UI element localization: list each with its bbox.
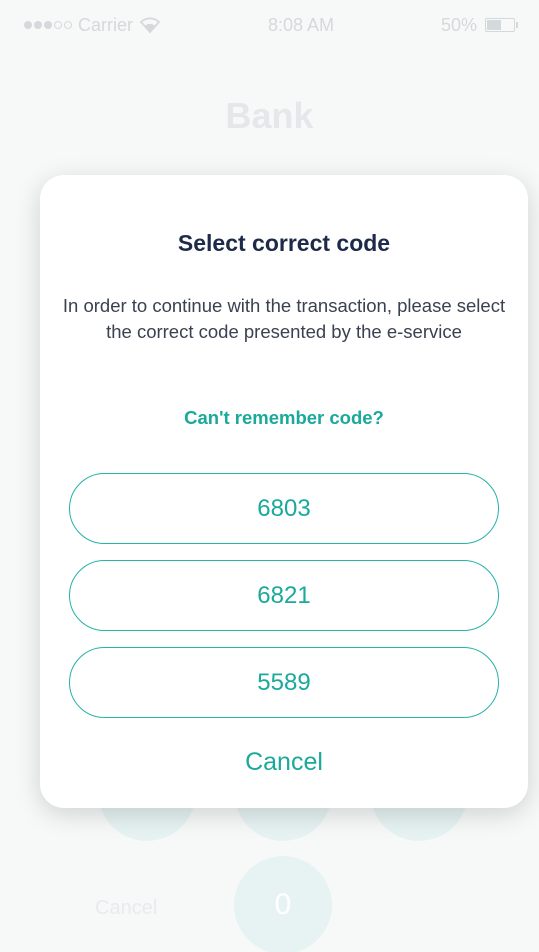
select-code-dialog: Select correct code In order to continue…	[40, 175, 528, 808]
cant-remember-code-link[interactable]: Can't remember code?	[40, 407, 528, 429]
keypad-cancel-button[interactable]: Cancel	[95, 897, 157, 920]
status-right: 50%	[440, 14, 518, 36]
dialog-title: Select correct code	[177, 230, 391, 256]
cancel-button[interactable]: Cancel	[40, 748, 528, 777]
battery-icon	[485, 18, 518, 32]
keypad-key-zero[interactable]: 0	[234, 856, 332, 952]
status-left: Carrier	[24, 15, 161, 36]
code-option-button[interactable]: 6803	[69, 473, 499, 544]
bank-title: Bank	[225, 95, 314, 136]
status-time: 8:08 AM	[267, 14, 335, 35]
battery-percent: 50%	[440, 14, 477, 35]
code-option-button[interactable]: 6821	[69, 560, 499, 631]
dialog-message: In order to continue with the transactio…	[62, 295, 506, 342]
screen: Carrier 8:08 AM 50% Bank 0 Cancel Select…	[0, 0, 539, 952]
carrier-label: Carrier	[78, 14, 134, 35]
battery-fill	[487, 20, 501, 30]
status-bar: Carrier 8:08 AM 50%	[0, 0, 539, 50]
signal-dots-icon	[24, 21, 72, 29]
code-option-button[interactable]: 5589	[69, 647, 499, 718]
wifi-icon	[139, 17, 161, 34]
